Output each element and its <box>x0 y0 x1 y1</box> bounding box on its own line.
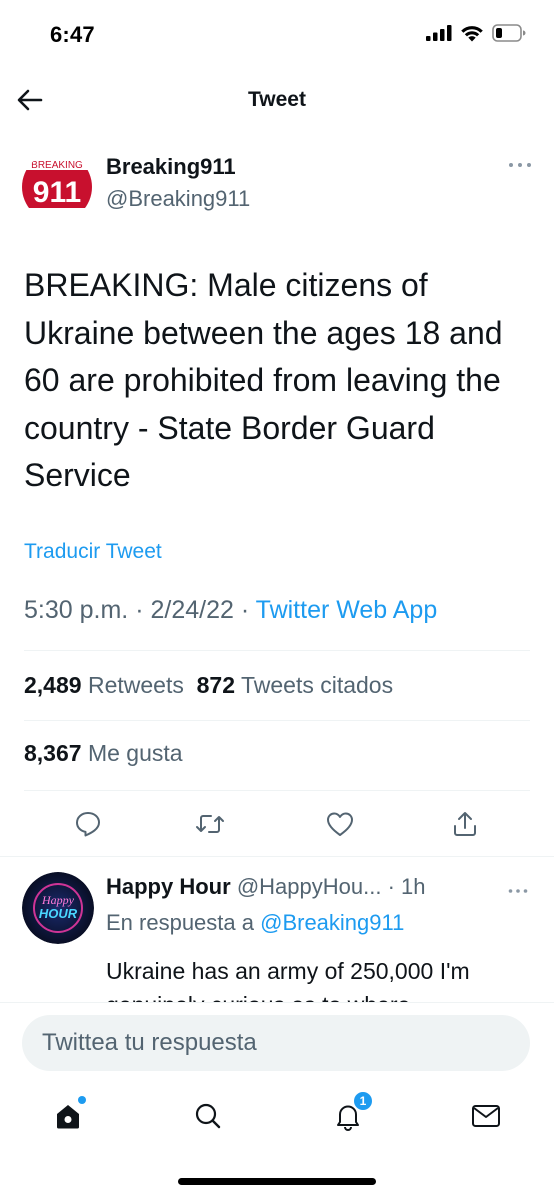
more-icon <box>508 889 528 893</box>
more-options-button[interactable] <box>508 156 532 172</box>
author-name[interactable]: Breaking911 <box>106 154 236 180</box>
reply-tweet[interactable]: Happy HOUR Happy Hour @HappyHou... · 1h … <box>0 858 554 1002</box>
share-button[interactable] <box>447 806 483 842</box>
battery-icon <box>492 24 526 42</box>
tab-home[interactable] <box>48 1096 88 1136</box>
reply-to-label: En respuesta a <box>106 910 254 935</box>
happy-hour-logo: Happy HOUR <box>22 872 94 944</box>
tweet-metadata: 5:30 p.m. · 2/24/22 · Twitter Web App <box>24 596 437 625</box>
meta-separator: · <box>135 596 144 624</box>
reply-to-line: En respuesta a @Breaking911 <box>106 910 404 936</box>
reply-avatar[interactable]: Happy HOUR <box>22 872 94 944</box>
wifi-icon <box>461 26 483 42</box>
author-handle[interactable]: @Breaking911 <box>106 186 250 212</box>
svg-text:BREAKING: BREAKING <box>31 160 83 171</box>
status-time: 6:47 <box>50 22 95 47</box>
tab-notifications[interactable]: 1 <box>328 1090 374 1136</box>
status-bar: 6:47 <box>0 0 554 70</box>
status-icons <box>426 24 526 42</box>
tweet-date: 2/24/22 <box>150 596 234 624</box>
retweets-count: 2,489 <box>24 672 82 698</box>
reply-header: Happy Hour @HappyHou... · 1h <box>106 874 425 900</box>
reply-author-name[interactable]: Happy Hour <box>106 874 231 899</box>
tweet-source-link[interactable]: Twitter Web App <box>256 596 438 624</box>
meta-separator: · <box>240 596 250 624</box>
likes-label: Me gusta <box>87 740 183 766</box>
quotes-label: Tweets citados <box>240 672 394 698</box>
author-avatar[interactable]: BREAKING 911 <box>22 152 92 222</box>
tab-search[interactable] <box>188 1096 228 1136</box>
retweets-label: Retweets <box>87 672 184 698</box>
search-icon <box>195 1103 221 1129</box>
quotes-stat[interactable]: 872 Tweets citados <box>197 672 394 698</box>
tweet-actions <box>0 806 554 846</box>
header: Tweet <box>0 70 554 130</box>
reply-more-button[interactable] <box>508 882 528 893</box>
reply-button[interactable] <box>70 806 106 842</box>
likes-stats-row: 8,367 Me gusta <box>24 740 183 767</box>
likes-stat[interactable]: 8,367 Me gusta <box>24 740 183 766</box>
home-indicator[interactable] <box>178 1178 376 1185</box>
notification-badge: 1 <box>352 1090 374 1112</box>
breaking911-logo: BREAKING 911 <box>22 152 92 222</box>
quotes-count: 872 <box>196 672 235 698</box>
page-title: Tweet <box>248 88 306 111</box>
svg-text:HOUR: HOUR <box>39 906 78 921</box>
tweet-time: 5:30 p.m. <box>24 596 129 624</box>
messages-icon <box>472 1105 500 1127</box>
translate-tweet-link[interactable]: Traducir Tweet <box>24 540 162 564</box>
divider <box>0 856 554 857</box>
retweets-stat[interactable]: 2,489 Retweets <box>24 672 184 698</box>
home-icon <box>57 1105 79 1129</box>
reply-time: · 1h <box>387 874 426 899</box>
cellular-signal-icon <box>426 25 452 41</box>
reply-text: Ukraine has an army of 250,000 I'm genui… <box>106 958 470 1002</box>
like-icon <box>327 812 353 836</box>
reply-author-handle[interactable]: @HappyHou... <box>237 874 382 899</box>
like-button[interactable] <box>322 806 358 842</box>
home-new-indicator <box>78 1096 86 1104</box>
svg-text:911: 911 <box>33 176 81 209</box>
tweet-author: BREAKING 911 Breaking911 @Breaking911 <box>22 150 532 222</box>
reply-composer-area: Twittea tu respuesta <box>0 1002 554 1082</box>
retweet-icon <box>196 815 224 833</box>
retweet-button[interactable] <box>192 806 228 842</box>
tweet-text: BREAKING: Male citizens of Ukraine betwe… <box>24 267 503 493</box>
divider <box>24 790 530 791</box>
divider <box>24 650 530 651</box>
likes-count: 8,367 <box>24 740 82 766</box>
more-icon <box>509 163 531 167</box>
retweet-stats-row: 2,489 Retweets 872 Tweets citados <box>24 672 393 699</box>
reply-to-handle-link[interactable]: @Breaking911 <box>260 910 404 935</box>
tab-bar: 1 <box>0 1082 554 1152</box>
share-icon <box>454 812 476 836</box>
reply-input[interactable]: Twittea tu respuesta <box>22 1015 530 1071</box>
reply-icon <box>76 812 100 837</box>
divider <box>24 720 530 721</box>
tab-messages[interactable] <box>466 1096 506 1136</box>
svg-text:Happy: Happy <box>41 893 75 907</box>
